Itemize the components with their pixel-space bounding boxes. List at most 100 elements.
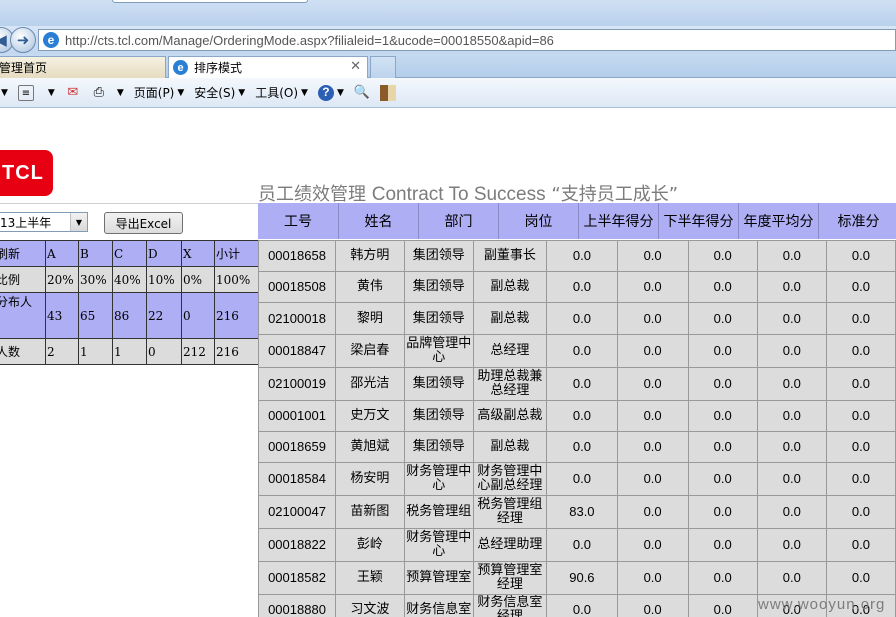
table-cell: 0% <box>181 266 215 293</box>
emp-post-cell: 副总裁 <box>472 271 548 303</box>
emp-post-cell: 财务管理中心副总经理 <box>472 462 548 496</box>
table-cell: 30% <box>78 266 113 293</box>
grade-x-header: X <box>181 240 215 267</box>
emp-id-cell: 00018880 <box>257 594 337 617</box>
h2-score-cell: 0.0 <box>616 561 689 595</box>
h2-score-cell: 0.0 <box>616 528 689 562</box>
table-row[interactable]: 00001001 史万文 集团领导 高级副总裁 0.0 0.0 0.0 0.0 0.0 <box>257 400 896 432</box>
banner-slogan: “支持员工成长” <box>551 184 679 205</box>
table-row[interactable]: 00018659 黄旭斌 集团领导 副总裁 0.0 0.0 0.0 0.0 0.0 <box>257 431 896 463</box>
annual-avg-cell: 0.0 <box>687 334 758 368</box>
column-header-std-score[interactable]: 标准分 <box>819 203 896 239</box>
table-row[interactable]: 02100047 苗新图 税务管理组 税务管理组经理 83.0 0.0 0.0 0.0 0.0 <box>257 495 896 529</box>
emp-dept-cell: 财务管理中心 <box>403 528 474 562</box>
forward-button[interactable]: ➜ <box>10 27 36 53</box>
emp-name-cell: 黎明 <box>335 302 405 335</box>
emp-dept-cell: 财务管理中心 <box>403 462 474 496</box>
table-row[interactable]: 00018847 梁启春 品牌管理中心 总经理 0.0 0.0 0.0 0.0 0.0 <box>257 334 896 368</box>
annual-avg-cell: 0.0 <box>687 561 758 595</box>
column-header-annual-avg[interactable]: 年度平均分 <box>739 203 819 239</box>
research-button[interactable]: 🔍 <box>354 82 370 104</box>
extra-score-cell: 0.0 <box>825 271 896 303</box>
h1-score-cell: 90.6 <box>546 561 618 595</box>
emp-id-cell: 00018508 <box>257 271 337 303</box>
annual-avg-cell: 0.0 <box>687 240 758 272</box>
chevron-down-icon: ▼ <box>177 87 185 98</box>
bookmark-icon <box>379 84 396 101</box>
refresh-link[interactable]: 刷新 <box>0 240 46 267</box>
tab-ordering-mode[interactable]: e 排序模式 ✕ <box>168 56 368 78</box>
column-header-dept[interactable]: 部门 <box>419 203 499 239</box>
help-menu[interactable]: ? ▼ <box>317 82 344 104</box>
page-menu[interactable]: 页面(P) ▼ <box>134 82 185 104</box>
period-select[interactable]: 13上半年 ▼ <box>0 212 88 232</box>
extension-button[interactable] <box>379 82 396 104</box>
emp-post-cell: 助理总裁兼总经理 <box>472 367 548 401</box>
emp-post-cell: 副董事长 <box>472 240 548 272</box>
emp-id-cell: 02100018 <box>257 302 337 335</box>
close-icon[interactable]: ✕ <box>350 59 361 74</box>
emp-post-cell: 副总裁 <box>472 302 548 335</box>
tab-label: 排序模式 <box>194 61 243 75</box>
h2-score-cell: 0.0 <box>616 240 689 272</box>
table-row[interactable]: 00018582 王颖 预算管理室 预算管理室经理 90.6 0.0 0.0 0.0 0.0 <box>257 561 896 595</box>
annual-avg-cell: 0.0 <box>687 594 758 617</box>
chevron-down-icon: ▼ <box>1 87 8 98</box>
column-header-id[interactable]: 工号 <box>258 203 339 239</box>
safety-menu[interactable]: 安全(S) ▼ <box>194 82 245 104</box>
h2-score-cell: 0.0 <box>616 431 689 463</box>
banner-title-cn: 员工绩效管理 <box>258 184 366 205</box>
row-label: 比例 <box>0 266 46 293</box>
chevron-down-icon[interactable]: ▼ <box>70 213 87 231</box>
chevron-down-icon: ▼ <box>238 87 246 98</box>
table-row[interactable]: 02100018 黎明 集团领导 副总裁 0.0 0.0 0.0 0.0 0.0 <box>257 302 896 335</box>
home-dropdown[interactable]: ▼ <box>0 82 8 104</box>
annual-avg-cell: 0.0 <box>687 400 758 432</box>
table-row[interactable]: 00018658 韩方明 集团领导 副董事长 0.0 0.0 0.0 0.0 0.0 <box>257 240 896 272</box>
table-row[interactable]: 02100019 邵光洁 集团领导 助理总裁兼总经理 0.0 0.0 0.0 0.0 0.0 <box>257 367 896 401</box>
h1-score-cell: 0.0 <box>546 462 618 496</box>
emp-dept-cell: 财务信息室 <box>403 594 474 617</box>
emp-dept-cell: 集团领导 <box>403 271 474 303</box>
tab-manage-home[interactable]: 管理首页 <box>0 56 166 78</box>
new-tab-button[interactable] <box>370 56 396 78</box>
column-header-h2-score[interactable]: 下半年得分 <box>659 203 739 239</box>
chevron-down-icon: ▼ <box>116 87 124 98</box>
address-row: ◀ ➜ e http://cts.tcl.com/Manage/Ordering… <box>0 26 896 54</box>
safety-menu-label: 安全(S) <box>194 86 236 100</box>
emp-dept-cell: 集团领导 <box>403 302 474 335</box>
annual-avg-cell: 0.0 <box>687 271 758 303</box>
print-button[interactable]: ⎙ ▼ <box>91 82 124 104</box>
forward-arrow-icon: ➜ <box>16 31 30 49</box>
export-excel-button[interactable]: 导出Excel <box>104 212 183 234</box>
h1-score-cell: 0.0 <box>546 334 618 368</box>
emp-name-cell: 苗新图 <box>335 495 405 529</box>
search-box-fragment[interactable] <box>112 0 308 3</box>
column-header-name[interactable]: 姓名 <box>339 203 419 239</box>
table-row[interactable]: 00018584 杨安明 财务管理中心 财务管理中心副总经理 0.0 0.0 0.0 0.0 0… <box>257 462 896 496</box>
column-header-post[interactable]: 岗位 <box>499 203 579 239</box>
extra-score-cell: 0.0 <box>825 431 896 463</box>
h2-score-cell: 0.0 <box>616 271 689 303</box>
emp-name-cell: 彭岭 <box>335 528 405 562</box>
feeds-button[interactable]: ≡ ▼ <box>17 82 55 104</box>
table-cell: 22 <box>146 292 182 339</box>
extra-score-cell: 0.0 <box>825 367 896 401</box>
table-row[interactable]: 00018508 黄伟 集团领导 副总裁 0.0 0.0 0.0 0.0 0.0 <box>257 271 896 303</box>
column-header-h1-score[interactable]: 上半年得分 <box>579 203 659 239</box>
h2-score-cell: 0.0 <box>616 462 689 496</box>
table-cell: 43 <box>45 292 79 339</box>
mail-button[interactable]: ✉ <box>65 82 81 104</box>
address-bar[interactable]: e http://cts.tcl.com/Manage/OrderingMode… <box>38 29 896 51</box>
grade-c-header: C <box>112 240 147 267</box>
url-text[interactable]: http://cts.tcl.com/Manage/OrderingMode.a… <box>65 33 554 48</box>
tools-menu[interactable]: 工具(O) ▼ <box>255 82 308 104</box>
emp-name-cell: 韩方明 <box>335 240 405 272</box>
h1-score-cell: 0.0 <box>546 431 618 463</box>
emp-post-cell: 财务信息室经理 <box>472 594 548 617</box>
browser-window: ◀ ➜ e http://cts.tcl.com/Manage/Ordering… <box>0 0 896 617</box>
table-row[interactable]: 00018822 彭岭 财务管理中心 总经理助理 0.0 0.0 0.0 0.0 0.0 <box>257 528 896 562</box>
emp-name-cell: 梁启春 <box>335 334 405 368</box>
std-score-cell: 0.0 <box>756 495 827 529</box>
table-cell: 65 <box>78 292 113 339</box>
